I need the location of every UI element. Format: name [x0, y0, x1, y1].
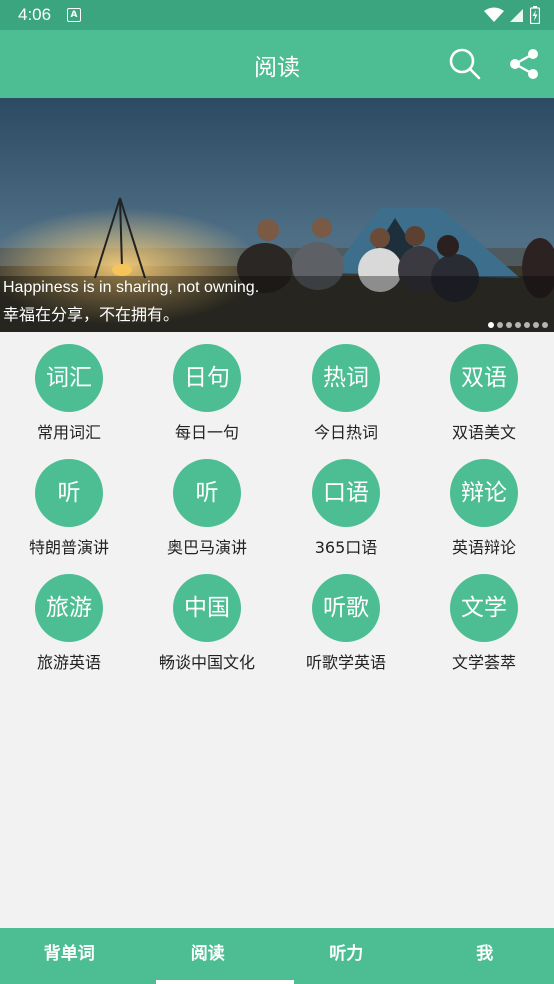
category-label: 畅谈中国文化	[158, 653, 255, 672]
category-icon: 日句	[173, 344, 241, 412]
category-chinese-culture[interactable]: 中国 畅谈中国文化	[138, 562, 276, 673]
share-icon	[510, 49, 538, 79]
category-bilingual[interactable]: 双语 双语美文	[415, 332, 553, 443]
category-icon: 口语	[312, 459, 380, 527]
category-daily-sentence[interactable]: 日句 每日一句	[138, 332, 276, 443]
category-icon: 中国	[173, 574, 241, 642]
category-icon: 文学	[450, 574, 518, 642]
carousel-dot[interactable]	[542, 322, 548, 328]
carousel-dot[interactable]	[497, 322, 503, 328]
category-label: 奥巴马演讲	[166, 538, 247, 557]
category-icon: 热词	[312, 344, 380, 412]
notification-a-icon: A	[67, 8, 81, 22]
search-button[interactable]	[447, 46, 483, 82]
category-icon: 听歌	[312, 574, 380, 642]
category-literature[interactable]: 文学 文学荟萃	[415, 562, 553, 673]
category-trump-speech[interactable]: 听 特朗普演讲	[0, 447, 138, 558]
banner-caption-en: Happiness is in sharing, not owning.	[3, 279, 260, 296]
category-icon: 旅游	[35, 574, 103, 642]
category-icon: 听	[35, 459, 103, 527]
carousel-indicator	[488, 322, 548, 328]
wifi-icon	[484, 7, 504, 22]
category-icon: 词汇	[35, 344, 103, 412]
bottom-nav: 背单词 阅读 听力 我	[0, 928, 554, 984]
category-label: 今日热词	[313, 423, 378, 442]
category-label: 每日一句	[174, 423, 239, 442]
category-365-speaking[interactable]: 口语 365口语	[277, 447, 415, 558]
category-label: 听歌学英语	[305, 653, 386, 672]
carousel-dot[interactable]	[506, 322, 512, 328]
search-icon	[449, 48, 481, 80]
category-hot-words[interactable]: 热词 今日热词	[277, 332, 415, 443]
category-debate[interactable]: 辩论 英语辩论	[415, 447, 553, 558]
active-tab-indicator	[156, 980, 294, 984]
app-bar: 阅读	[0, 30, 554, 98]
category-songs-english[interactable]: 听歌 听歌学英语	[277, 562, 415, 673]
tab-me[interactable]: 我	[416, 928, 554, 984]
status-bar: 4:06 A	[0, 0, 554, 30]
category-label: 英语辩论	[451, 538, 516, 557]
signal-icon	[510, 9, 523, 22]
category-icon: 辩论	[450, 459, 518, 527]
tab-listening[interactable]: 听力	[277, 928, 416, 984]
carousel-dot[interactable]	[515, 322, 521, 328]
category-label: 特朗普演讲	[28, 538, 109, 557]
tab-reading[interactable]: 阅读	[139, 928, 278, 984]
category-obama-speech[interactable]: 听 奥巴马演讲	[138, 447, 276, 558]
category-icon: 双语	[450, 344, 518, 412]
category-label: 365口语	[314, 538, 378, 557]
category-travel-english[interactable]: 旅游 旅游英语	[0, 562, 138, 673]
category-label: 文学荟萃	[451, 653, 516, 672]
banner-carousel[interactable]: Happiness is in sharing, not owning. 幸福在…	[0, 98, 554, 332]
carousel-dot[interactable]	[524, 322, 530, 328]
category-label: 双语美文	[451, 423, 516, 442]
category-common-vocab[interactable]: 词汇 常用词汇	[0, 332, 138, 443]
carousel-dot[interactable]	[533, 322, 539, 328]
status-time: 4:06	[18, 5, 52, 24]
battery-icon	[530, 6, 540, 24]
share-button[interactable]	[507, 46, 543, 82]
category-icon: 听	[173, 459, 241, 527]
category-label: 旅游英语	[36, 653, 101, 672]
carousel-dot[interactable]	[488, 322, 494, 328]
banner-caption-zh: 幸福在分享，不在拥有。	[3, 305, 180, 324]
tab-vocabulary[interactable]: 背单词	[0, 928, 139, 984]
status-icons	[484, 6, 540, 24]
category-label: 常用词汇	[36, 423, 101, 442]
